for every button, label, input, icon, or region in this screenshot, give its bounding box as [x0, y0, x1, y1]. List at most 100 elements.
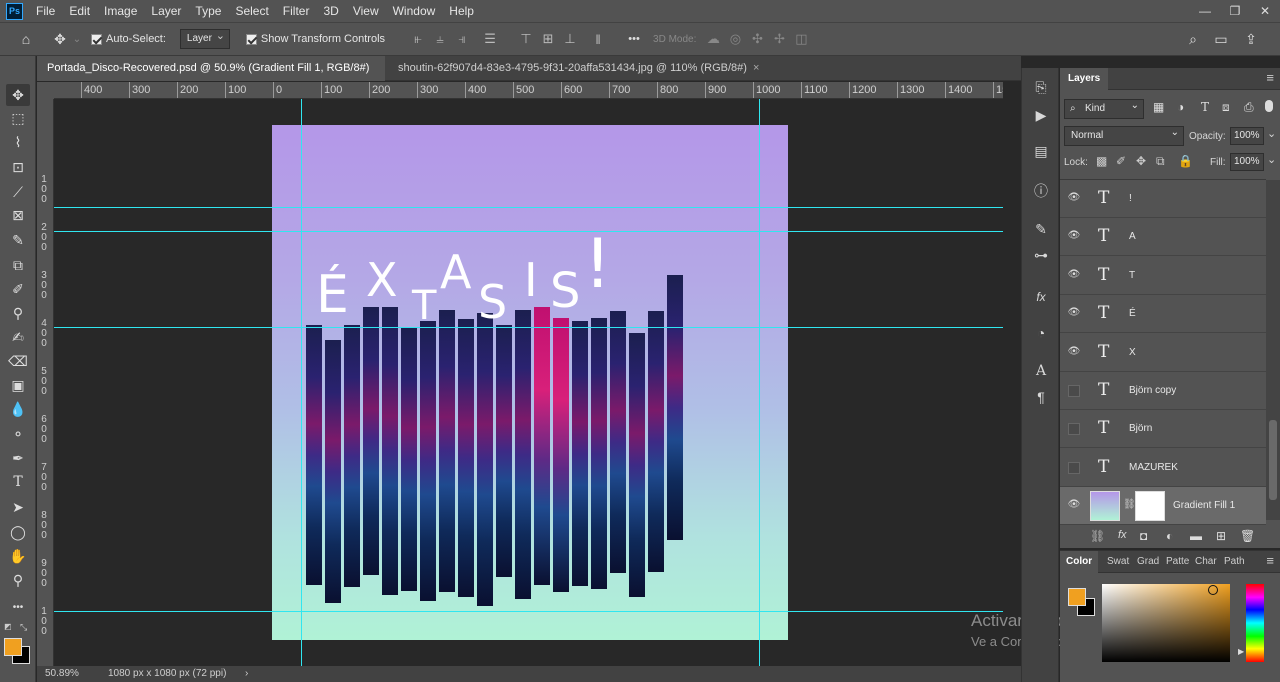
move-tool-icon[interactable]: ✥	[6, 84, 30, 106]
tab-portada[interactable]: Portada_Disco-Recovered.psd @ 50.9% (Gra…	[37, 56, 385, 99]
quick-selection-tool-icon[interactable]: ⊡	[6, 156, 30, 178]
menu-window[interactable]: Window	[386, 0, 443, 22]
layers-tab[interactable]: Layers	[1060, 68, 1109, 90]
align-top-icon[interactable]: ⊤	[515, 28, 537, 50]
zoom-level[interactable]: 50.89%	[45, 666, 79, 682]
link-layers-icon[interactable]: ⛓	[1090, 529, 1105, 543]
filter-toggle-icon[interactable]	[1265, 100, 1273, 112]
menu-filter[interactable]: Filter	[276, 0, 317, 22]
paragraph-icon[interactable]: ¶	[1030, 386, 1052, 408]
paths-icon[interactable]: ◔	[1030, 322, 1052, 344]
layer-row[interactable]: T Björn	[1060, 410, 1266, 449]
chevron-down-icon[interactable]: ⌄	[71, 28, 83, 50]
3d-camera-icon[interactable]: ◫	[790, 28, 812, 50]
mask-thumbnail[interactable]	[1135, 491, 1165, 522]
move-tool-icon[interactable]: ✥	[49, 28, 71, 50]
eye-icon[interactable]: 👁	[1067, 192, 1081, 206]
auto-select-checkbox[interactable]: Auto-Select:	[91, 33, 176, 45]
scrollbar-thumb[interactable]	[1269, 420, 1277, 500]
menu-help[interactable]: Help	[442, 0, 481, 22]
eyedropper-tool-icon[interactable]: ⟋	[6, 181, 30, 203]
3d-slide-icon[interactable]: ✢	[768, 28, 790, 50]
status-menu-arrow-icon[interactable]: ›	[245, 666, 248, 682]
guide-horizontal[interactable]	[54, 327, 1003, 328]
foreground-color-swatch[interactable]	[1068, 588, 1086, 606]
filter-smart-object-icon[interactable]: ⎙	[1244, 100, 1254, 115]
lock-artboard-icon[interactable]: ⧉	[1156, 154, 1165, 169]
distribute-icon[interactable]: ☰	[479, 28, 501, 50]
tab-paths[interactable]: Path	[1224, 551, 1245, 573]
layer-row[interactable]: 👁 T!	[1060, 180, 1266, 218]
default-colors-icon[interactable]: ◩	[4, 622, 14, 632]
info-icon[interactable]: ⓘ	[1030, 180, 1052, 202]
gradient-thumbnail[interactable]	[1090, 491, 1120, 522]
tab-patterns[interactable]: Patte	[1166, 551, 1189, 573]
layer-row[interactable]: 👁 T É	[1060, 295, 1266, 334]
artboard[interactable]: É X T A S I S!	[272, 125, 788, 640]
new-layer-icon[interactable]: ⊞	[1216, 529, 1226, 543]
menu-3d[interactable]: 3D	[316, 0, 345, 22]
lock-transparent-icon[interactable]: ▩	[1096, 154, 1107, 168]
filter-type-icon[interactable]: T	[1201, 100, 1209, 114]
marquee-tool-icon[interactable]: ⬚	[6, 107, 30, 129]
eye-icon[interactable]: 👁	[1067, 269, 1081, 283]
align-center-icon[interactable]: ⫨	[429, 28, 451, 50]
layer-row[interactable]: 👁 T X	[1060, 334, 1266, 372]
layers-scrollbar[interactable]	[1266, 180, 1280, 520]
history-panel-icon[interactable]: ⎘	[1030, 76, 1052, 98]
panel-menu-icon[interactable]: ≡	[1266, 70, 1274, 85]
foreground-color-swatch[interactable]	[4, 638, 22, 656]
blend-mode-dropdown[interactable]: Normal ⌄	[1064, 126, 1184, 146]
distribute-vertical-icon[interactable]: ‖	[587, 28, 609, 50]
filter-pixel-icon[interactable]: ▦	[1153, 100, 1164, 114]
eraser-tool-icon[interactable]: ⌫	[6, 350, 30, 372]
align-left-icon[interactable]: ⫦	[407, 28, 429, 50]
3d-orbit-icon[interactable]: ☁	[702, 28, 724, 50]
swap-colors-icon[interactable]: ⤡	[20, 622, 27, 633]
chevron-down-icon[interactable]: ⌄	[1267, 153, 1276, 166]
visibility-off-icon[interactable]	[1068, 385, 1080, 397]
color-field[interactable]	[1102, 584, 1230, 662]
restore-button[interactable]: ❐	[1220, 0, 1250, 22]
crop-tool-icon[interactable]: ⧉	[6, 254, 30, 276]
visibility-off-icon[interactable]	[1068, 423, 1080, 436]
chevron-down-icon[interactable]: ⌄	[1267, 127, 1276, 140]
color-picker-cursor[interactable]	[1208, 585, 1218, 595]
align-middle-icon[interactable]: ⊞	[537, 28, 559, 50]
menu-view[interactable]: View	[346, 0, 386, 22]
brush-tool-icon[interactable]: ✐	[6, 278, 30, 300]
eye-icon[interactable]: 👁	[1067, 230, 1081, 244]
tab-character[interactable]: Char	[1195, 551, 1217, 573]
guide-vertical[interactable]	[759, 99, 760, 666]
eye-icon[interactable]: 👁	[1067, 307, 1081, 321]
panel-menu-icon[interactable]: ≡	[1266, 553, 1274, 568]
layer-row[interactable]: 👁 ⛓ Gradient Fill 1	[1060, 487, 1266, 526]
search-icon[interactable]: ⌕	[1182, 28, 1204, 50]
menu-type[interactable]: Type	[188, 0, 228, 22]
menu-image[interactable]: Image	[97, 0, 144, 22]
visibility-off-icon[interactable]	[1068, 461, 1080, 474]
lock-image-icon[interactable]: ✐	[1116, 154, 1126, 168]
menu-select[interactable]: Select	[228, 0, 275, 22]
opacity-input[interactable]: 100%	[1230, 127, 1264, 145]
eye-icon[interactable]: 👁	[1067, 346, 1081, 360]
link-icon[interactable]: ⛓	[1123, 499, 1136, 510]
layer-row[interactable]: 👁 T T	[1060, 257, 1266, 295]
actions-play-icon[interactable]: ▶	[1030, 104, 1052, 126]
menu-file[interactable]: File	[29, 0, 62, 22]
adjustment-layer-icon[interactable]: ◐	[1166, 529, 1173, 543]
adjustments-icon[interactable]: ⊶	[1030, 244, 1052, 266]
path-selection-tool-icon[interactable]: ➤	[6, 496, 30, 518]
close-button[interactable]: ✕	[1250, 0, 1280, 22]
layer-row[interactable]: T Björn copy	[1060, 372, 1266, 410]
more-options-icon[interactable]: •••	[623, 28, 645, 50]
share-icon[interactable]: ⇪	[1240, 28, 1262, 50]
ellipse-tool-icon[interactable]: ◯	[6, 521, 30, 543]
clone-stamp-tool-icon[interactable]: ⚲	[6, 302, 30, 324]
tab-shoutin[interactable]: shoutin-62f907d4-83e3-4795-9f31-20affa53…	[388, 56, 768, 81]
lock-position-icon[interactable]: ✥	[1136, 154, 1146, 168]
menu-edit[interactable]: Edit	[62, 0, 97, 22]
history-brush-tool-icon[interactable]: ✍	[6, 326, 30, 348]
libraries-icon[interactable]: ▤	[1030, 140, 1052, 162]
character-icon[interactable]: A	[1030, 360, 1052, 382]
